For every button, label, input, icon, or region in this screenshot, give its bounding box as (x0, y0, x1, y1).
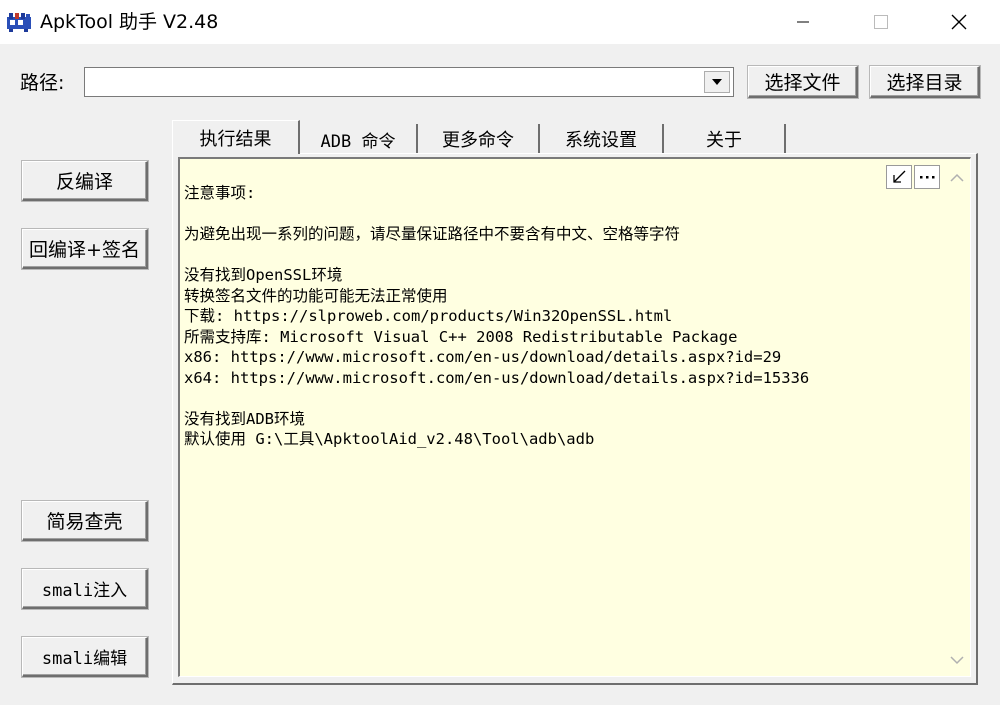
output-line: 注意事项: (184, 184, 256, 202)
tab-bar: 执行结果 ADB 命令 更多命令 系统设置 关于 (172, 120, 792, 154)
ellipsis-icon (920, 176, 935, 179)
maximize-icon (874, 15, 888, 29)
output-line: 默认使用 G:\工具\ApktoolAid_v2.48\Tool\adb\adb (184, 430, 595, 448)
select-file-button[interactable]: 选择文件 (748, 66, 858, 98)
collapse-button[interactable] (886, 165, 912, 189)
arrow-down-left-icon (893, 170, 906, 183)
output-line: 为避免出现一系列的问题，请尽量保证路径中不要含有中文、空格等字符 (184, 225, 681, 243)
shell-check-button[interactable]: 简易查壳 (22, 501, 148, 541)
recompile-sign-button[interactable]: 回编译+签名 (22, 229, 148, 269)
maximize-button[interactable] (858, 0, 904, 44)
output-line: 下载: https://slproweb.com/products/Win32O… (184, 307, 673, 325)
minimize-button[interactable] (780, 0, 826, 44)
tab-more-commands[interactable]: 更多命令 (418, 124, 540, 154)
output-log: 注意事项: 为避免出现一系列的问题，请尽量保证路径中不要含有中文、空格等字符 没有找… (184, 183, 944, 450)
output-line: 没有找到OpenSSL环境 (184, 266, 343, 284)
more-options-button[interactable] (914, 165, 940, 189)
path-input[interactable] (85, 68, 709, 96)
tab-about[interactable]: 关于 (664, 124, 786, 154)
output-textarea[interactable]: 注意事项: 为避免出现一系列的问题，请尽量保证路径中不要含有中文、空格等字符 没有找… (178, 157, 971, 677)
output-line: x86: https://www.microsoft.com/en-us/dow… (184, 348, 782, 366)
path-label: 路径: (20, 72, 65, 94)
select-directory-button[interactable]: 选择目录 (870, 66, 980, 98)
title-bar[interactable]: ApkTool 助手 V2.48 (0, 0, 1000, 44)
chevron-down-icon (712, 79, 722, 85)
smali-inject-button[interactable]: smali注入 (22, 569, 148, 609)
decompile-button[interactable]: 反编译 (22, 161, 148, 201)
output-line: x64: https://www.microsoft.com/en-us/dow… (184, 368, 810, 387)
close-button[interactable] (936, 0, 982, 44)
scroll-down-icon[interactable] (950, 655, 964, 665)
path-combobox[interactable] (84, 67, 734, 97)
tab-execution-result[interactable]: 执行结果 (172, 120, 300, 154)
minimize-icon (797, 21, 809, 23)
app-icon (6, 11, 32, 33)
output-line: 所需支持库: Microsoft Visual C++ 2008 Redistr… (184, 327, 738, 346)
scroll-up-icon[interactable] (950, 173, 964, 183)
tab-system-settings[interactable]: 系统设置 (540, 124, 664, 154)
output-line: 转换签名文件的功能可能无法正常使用 (184, 286, 448, 305)
smali-edit-button[interactable]: smali编辑 (22, 637, 148, 677)
path-dropdown-button[interactable] (704, 71, 730, 93)
tab-adb-commands[interactable]: ADB 命令 (300, 124, 418, 154)
window-title: ApkTool 助手 V2.48 (40, 11, 219, 33)
output-line: 没有找到ADB环境 (184, 409, 305, 428)
vertical-scrollbar[interactable] (944, 159, 970, 676)
close-icon (951, 14, 967, 30)
